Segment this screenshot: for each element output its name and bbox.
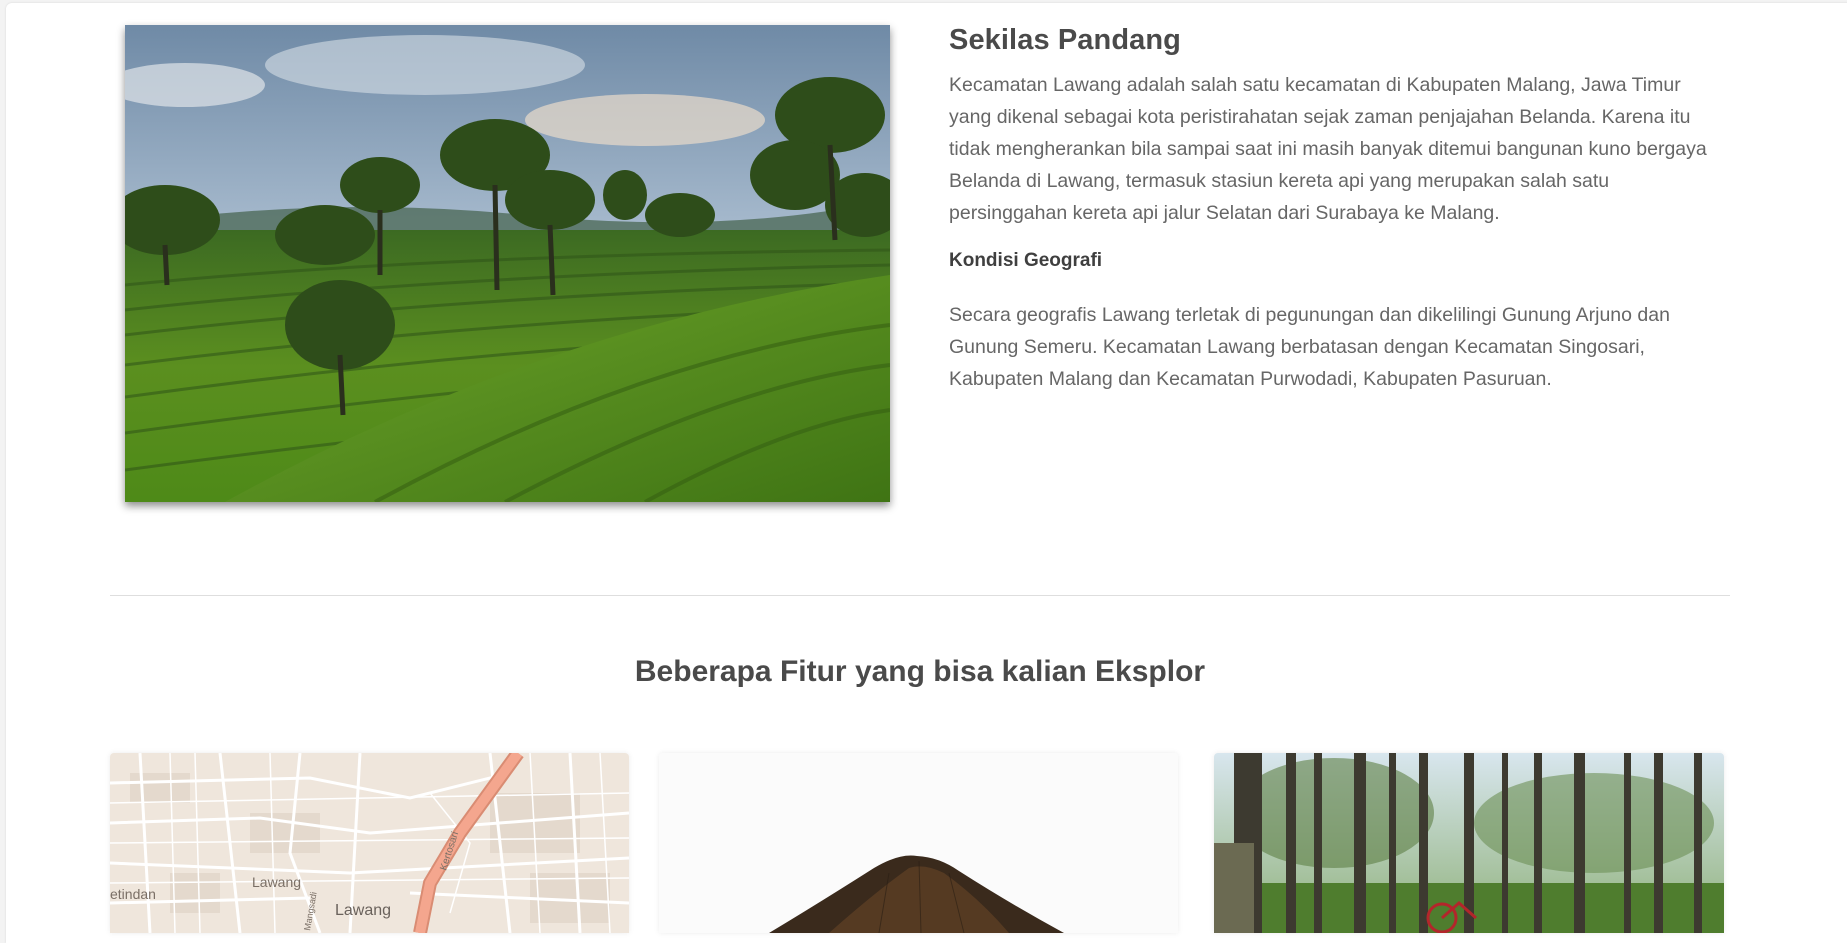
overview-title: Sekilas Pandang <box>949 24 1181 56</box>
map-label-3: etindan <box>110 886 156 902</box>
overview-section: Sekilas Pandang Kecamatan Lawang adalah … <box>949 24 1719 395</box>
mountain-image <box>659 753 1178 933</box>
forest-image <box>1214 753 1724 933</box>
section-divider <box>110 595 1730 596</box>
geography-subheading: Kondisi Geografi <box>949 250 1103 271</box>
geography-paragraph: Secara geografis Lawang terletak di pegu… <box>949 304 1670 390</box>
feature-card-map[interactable]: Lawang Lawang etindan Kertosari Mangsadi <box>110 753 629 933</box>
feature-card-forest[interactable] <box>1214 753 1724 933</box>
features-title: Beberapa Fitur yang bisa kalian Eksplor <box>634 655 1206 688</box>
overview-intro-paragraph: Kecamatan Lawang adalah salah satu kecam… <box>949 74 1707 224</box>
map-image: Lawang Lawang etindan Kertosari Mangsadi <box>110 753 629 933</box>
hero-image-tea-plantation <box>125 25 890 502</box>
feature-card-mountain[interactable] <box>659 753 1178 933</box>
map-label-2: Lawang <box>335 902 391 919</box>
map-label-1: Lawang <box>252 874 301 890</box>
